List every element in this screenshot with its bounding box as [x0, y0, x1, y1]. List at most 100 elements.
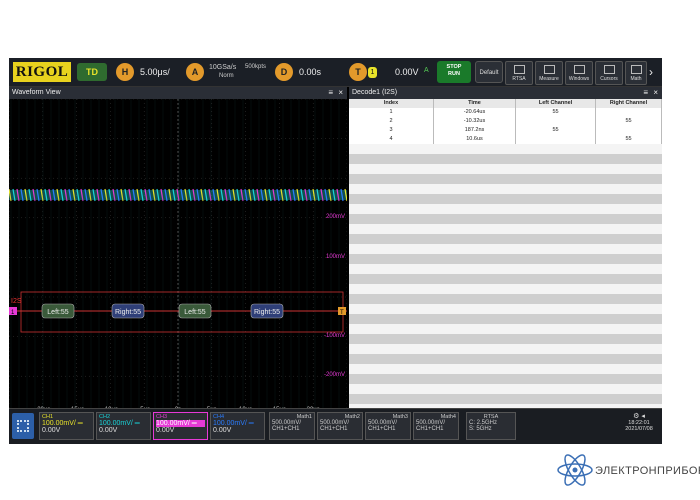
rtsa-status[interactable]: RTSA C: 2.5GHz S: 5GHz: [466, 412, 516, 440]
channel-scale: 100.00mV/ ═: [42, 420, 83, 427]
next-arrow-icon[interactable]: ›: [649, 63, 659, 81]
channel-offset: 0.00V: [156, 427, 175, 434]
math-source: CH1+CH1: [272, 426, 300, 432]
table-header-row: Index Time Left Channel Right Channel: [349, 99, 662, 108]
sample-rate: 10GSa/s: [209, 64, 237, 71]
table-cell: [516, 135, 596, 144]
y-axis-labels: 200mV 100mV -100mV -200mV: [324, 214, 345, 378]
math-source: CH1+CH1: [416, 426, 444, 432]
channel-scale: 100.00mV/ ═: [156, 420, 205, 427]
channel-offset: 0.00V: [213, 427, 232, 434]
footer-brand: ЭЛЕКТРОНПРИБОР: [595, 465, 700, 477]
trigger-source[interactable]: 1: [368, 67, 377, 78]
status-date: 2021/07/08: [625, 426, 653, 432]
math-box-1[interactable]: Math1 500.00mV/CH1+CH1: [269, 412, 315, 440]
decode-menu-icon[interactable]: ≡: [643, 87, 648, 99]
empty-row: [349, 264, 662, 274]
channel-box-ch1[interactable]: CH1 100.00mV/ ═ 0.00V: [39, 412, 94, 440]
home-button[interactable]: [12, 413, 34, 439]
table-cell: 3: [349, 126, 434, 135]
trigger-icon[interactable]: T: [349, 63, 367, 81]
table-row[interactable]: 1 -20.64us 55: [349, 108, 662, 117]
cursors-icon: [604, 65, 615, 74]
channel-offset: 0.00V: [99, 427, 118, 434]
mode-button[interactable]: TD: [77, 63, 107, 81]
acquire-icon[interactable]: A: [186, 63, 204, 81]
table-row[interactable]: 2 -10.32us 55: [349, 117, 662, 126]
measure-label: Measure: [539, 76, 559, 82]
math-box-2[interactable]: Math2 500.00mV/CH1+CH1: [317, 412, 363, 440]
empty-row: [349, 284, 662, 294]
empty-row: [349, 224, 662, 234]
windows-button[interactable]: Windows: [565, 61, 593, 85]
empty-row: [349, 174, 662, 184]
delay-icon[interactable]: D: [275, 63, 293, 81]
table-cell: 55: [516, 108, 596, 117]
decode-close-icon[interactable]: ×: [653, 87, 658, 99]
bus-packet-label: Right:55: [115, 309, 141, 316]
waveform-view-title: Waveform View: [12, 89, 61, 96]
table-cell: 187.2ns: [434, 126, 516, 135]
bus-packet-label: Right:55: [254, 309, 280, 316]
rtsa-span: S: 5GHz: [469, 426, 492, 432]
math-box-3[interactable]: Math3 500.00mV/CH1+CH1: [365, 412, 411, 440]
channel-box-ch4[interactable]: CH4 100.00mV/ ═ 0.00V: [210, 412, 265, 440]
math-label: Math: [630, 76, 642, 82]
memory-depth: 500kpts: [245, 64, 267, 70]
empty-row: [349, 194, 662, 204]
column-header: Right Channel: [596, 99, 662, 108]
table-cell: 55: [596, 117, 662, 126]
stop-run-button[interactable]: STOP RUN: [437, 61, 471, 83]
math-source: CH1+CH1: [368, 426, 396, 432]
empty-row: [349, 394, 662, 404]
table-cell: 55: [596, 135, 662, 144]
y-tick-label: 200mV: [326, 214, 345, 220]
close-icon[interactable]: ×: [338, 87, 343, 99]
cursors-button[interactable]: Cursors: [595, 61, 623, 85]
table-row[interactable]: 3 187.2ns 55: [349, 126, 662, 135]
empty-row: [349, 294, 662, 304]
empty-row: [349, 314, 662, 324]
empty-row: [349, 214, 662, 224]
table-cell: -20.64us: [434, 108, 516, 117]
y-tick-label: -100mV: [324, 333, 345, 339]
measure-button[interactable]: Measure: [535, 61, 563, 85]
stop-run-label: STOP RUN: [446, 64, 462, 77]
math-icon: [631, 65, 642, 74]
grid-icon: [17, 420, 29, 432]
trigger-level[interactable]: 0.00V: [395, 63, 425, 81]
rtsa-icon: [514, 65, 525, 74]
channel-offset: 0.00V: [42, 427, 61, 434]
timebase-value[interactable]: 5.00μs/: [140, 63, 180, 81]
empty-row: [349, 164, 662, 174]
empty-row: [349, 334, 662, 344]
table-cell: -10.32us: [434, 117, 516, 126]
empty-row: [349, 244, 662, 254]
bus-label: I2S: [11, 298, 22, 305]
channel-box-ch2[interactable]: CH2 100.00mV/ ═ 0.00V: [96, 412, 151, 440]
atom-logo: [557, 454, 593, 486]
rigol-logo: RIGOL: [13, 62, 71, 82]
bus-packet-label: Left:55: [184, 309, 206, 316]
column-header: Time: [434, 99, 516, 108]
empty-row: [349, 184, 662, 194]
waveform-view-header: Waveform View ≡ ×: [9, 87, 347, 99]
table-cell: [596, 126, 662, 135]
math-button[interactable]: Math: [625, 61, 647, 85]
rtsa-button[interactable]: RTSA: [505, 61, 533, 85]
delay-value[interactable]: 0.00s: [299, 63, 329, 81]
acquire-mode: Norm: [219, 73, 234, 79]
table-cell: 1: [349, 108, 434, 117]
empty-row: [349, 344, 662, 354]
default-button[interactable]: Default: [475, 61, 503, 83]
horizontal-icon[interactable]: H: [116, 63, 134, 81]
channel-box-ch3[interactable]: CH3 100.00mV/ ═ 0.00V: [153, 412, 208, 440]
empty-row: [349, 154, 662, 164]
channel-scale: 100.00mV/ ═: [99, 420, 140, 427]
y-tick-label: -200mV: [324, 372, 345, 378]
trigger-coupling: A: [424, 67, 429, 74]
y-tick-label: 100mV: [326, 254, 345, 260]
menu-icon[interactable]: ≡: [328, 87, 333, 99]
math-box-4[interactable]: Math4 500.00mV/CH1+CH1: [413, 412, 459, 440]
table-row[interactable]: 4 10.6us 55: [349, 135, 662, 144]
